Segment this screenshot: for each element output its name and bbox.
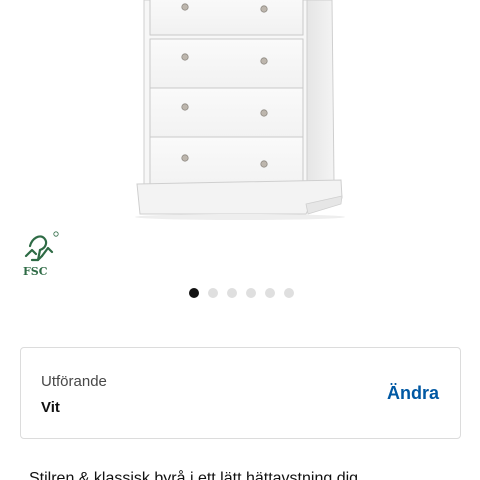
product-description: Stilren & klassisk byrå i ett lätt hätta… [29, 470, 359, 480]
drawer-knob [260, 5, 268, 13]
fsc-logo-icon: FSC [23, 231, 59, 278]
variant-value: Vit [41, 399, 60, 416]
image-carousel-pagination[interactable] [0, 288, 480, 298]
carousel-dot[interactable] [188, 288, 199, 298]
carousel-dot[interactable] [245, 288, 256, 298]
product-image[interactable] [0, 0, 480, 225]
carousel-dot[interactable] [283, 288, 294, 298]
drawer-knob [181, 53, 189, 61]
carousel-dot[interactable] [264, 288, 275, 298]
variant-label: Utförande [41, 373, 107, 390]
fsc-label: FSC [23, 265, 48, 278]
drawer [149, 38, 304, 93]
drawer-knob [181, 103, 189, 111]
carousel-dot[interactable] [226, 288, 237, 298]
drawer-knob [260, 109, 268, 117]
carousel-dot[interactable] [207, 288, 218, 298]
drawer [149, 0, 304, 36]
change-variant-link[interactable]: Ändra [387, 383, 439, 404]
drawer-knob [181, 154, 189, 162]
drawer [149, 87, 304, 146]
drawer-knob [181, 3, 189, 11]
variant-selector-card[interactable]: Utförande Vit Ändra [20, 347, 461, 439]
drawer-knob [260, 160, 268, 168]
drawer-knob [260, 57, 268, 65]
